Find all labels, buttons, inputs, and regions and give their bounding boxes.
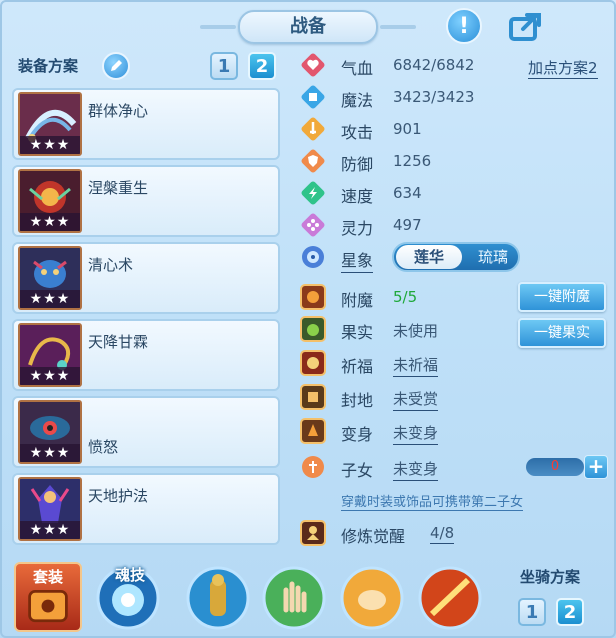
- eye-monster-icon: ★★★: [18, 400, 82, 464]
- skill-slot[interactable]: ★★★ 愤怒: [12, 396, 280, 468]
- skill-name: 清心术: [88, 256, 134, 274]
- plan-button-2[interactable]: 2: [248, 52, 276, 80]
- stat-value: 901: [393, 120, 422, 138]
- transform-icon: [300, 418, 326, 444]
- magic-icon: [300, 84, 326, 110]
- suit-tab[interactable]: 套装: [14, 562, 82, 632]
- star-rating: ★★★: [20, 290, 80, 308]
- alert-icon[interactable]: !: [446, 8, 482, 44]
- one-click-fruit-button[interactable]: 一键果实: [518, 318, 606, 348]
- children-count: 0: [526, 458, 584, 476]
- add-point-plan-link[interactable]: 加点方案2: [528, 57, 598, 79]
- children-value[interactable]: 未变身: [393, 458, 439, 481]
- skill-slot[interactable]: ★★★ 清心术: [12, 242, 280, 314]
- star-rating: ★★★: [20, 213, 80, 231]
- transform-value[interactable]: 未变身: [393, 422, 439, 445]
- stat-label: 速度: [341, 187, 374, 206]
- stat-label: 灵力: [341, 219, 374, 238]
- fief-icon: [300, 384, 326, 410]
- golden-statue-icon[interactable]: [186, 566, 250, 630]
- star-rating: ★★★: [20, 136, 80, 154]
- star-compass-icon: [300, 244, 326, 270]
- skill-slot[interactable]: ★★★ 天地护法: [12, 473, 280, 545]
- mount-plan-label: 坐骑方案: [520, 568, 581, 586]
- phoenix-orb-icon: ★★★: [18, 169, 82, 233]
- heart-icon: [300, 52, 326, 78]
- skill-slot[interactable]: ★★★ 天降甘霖: [12, 319, 280, 391]
- spirit-icon: [300, 212, 326, 238]
- skill-name: 天降甘霖: [88, 333, 149, 351]
- second-child-hint[interactable]: 穿戴时装或饰品可携带第二子女: [341, 491, 524, 511]
- speed-icon: [300, 180, 326, 206]
- fire-blade-icon[interactable]: [418, 566, 482, 630]
- star-option-liuli[interactable]: 琉璃: [468, 245, 518, 269]
- palm-strike-icon[interactable]: [340, 566, 404, 630]
- skill-name: 愤怒: [88, 438, 119, 456]
- fruit-icon: [300, 316, 326, 342]
- mount-plan-button-2[interactable]: 2: [556, 598, 584, 626]
- equipment-plan-label: 装备方案: [18, 57, 79, 75]
- fief-value[interactable]: 未受赏: [393, 388, 439, 411]
- stat-value: 634: [393, 184, 422, 202]
- chain-whip-icon: ★★★: [18, 323, 82, 387]
- stat-label: 魔法: [341, 91, 374, 110]
- one-click-enchant-button[interactable]: 一键附魔: [518, 282, 606, 312]
- awaken-value[interactable]: 4/8: [430, 524, 455, 544]
- stat-value: 497: [393, 216, 422, 234]
- soul-skill-label: 魂技: [114, 566, 145, 584]
- share-icon[interactable]: [508, 8, 544, 44]
- stat-label: 防御: [341, 155, 374, 174]
- awaken-label: 修炼觉醒: [341, 527, 406, 546]
- extra-label: 祈福: [341, 357, 374, 376]
- awaken-icon: [300, 520, 326, 546]
- star-rating: ★★★: [20, 367, 80, 385]
- star-option-lianhua[interactable]: 莲华: [396, 245, 462, 269]
- hand-gesture-icon[interactable]: [262, 566, 326, 630]
- stat-label: 攻击: [341, 123, 374, 142]
- skill-slot[interactable]: ★★★ 涅槃重生: [12, 165, 280, 237]
- stat-value: 1256: [393, 152, 432, 170]
- fan-feathers-icon: ★★★: [18, 92, 82, 156]
- edit-icon[interactable]: [102, 52, 130, 80]
- add-child-button[interactable]: +: [584, 455, 608, 479]
- guardian-warrior-icon: ★★★: [18, 477, 82, 541]
- stat-value: 3423/3423: [393, 88, 475, 106]
- children-icon: [300, 454, 326, 480]
- fruit-value: 未使用: [393, 322, 439, 340]
- blue-mask-icon: ★★★: [18, 246, 82, 310]
- shield-icon: [300, 148, 326, 174]
- treasure-chest-icon: [28, 589, 68, 623]
- star-sign-label[interactable]: 星象: [341, 247, 374, 273]
- extra-label: 封地: [341, 391, 374, 410]
- stat-label: 气血: [341, 59, 374, 78]
- extra-label: 果实: [341, 323, 374, 342]
- star-rating: ★★★: [20, 444, 80, 462]
- star-rating: ★★★: [20, 521, 80, 539]
- extra-label: 子女: [341, 461, 374, 480]
- mount-plan-button-1[interactable]: 1: [518, 598, 546, 626]
- skill-name: 涅槃重生: [88, 179, 149, 197]
- skill-slot[interactable]: ★★★ 群体净心: [12, 88, 280, 160]
- star-sign-toggle[interactable]: 莲华 琉璃: [392, 242, 520, 272]
- page-title: 战备: [200, 10, 416, 44]
- blessing-value[interactable]: 未祈福: [393, 354, 439, 377]
- skill-name: 天地护法: [88, 487, 149, 505]
- stat-value: 6842/6842: [393, 56, 475, 74]
- enchant-icon: [300, 284, 326, 310]
- extra-label: 附魔: [341, 291, 374, 310]
- sword-icon: [300, 116, 326, 142]
- blessing-icon: [300, 350, 326, 376]
- enchant-value: 5/5: [393, 288, 418, 306]
- skill-name: 群体净心: [88, 102, 149, 120]
- plan-button-1[interactable]: 1: [210, 52, 238, 80]
- extra-label: 变身: [341, 425, 374, 444]
